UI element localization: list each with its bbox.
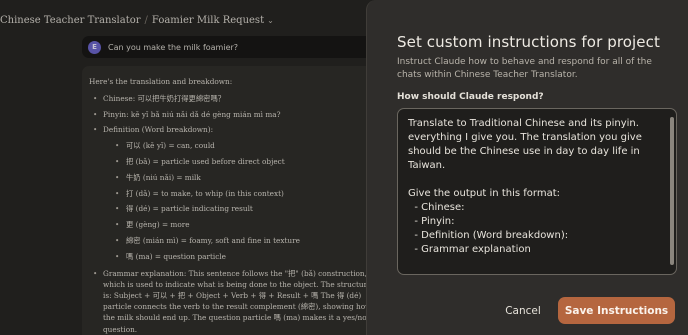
response-pinyin: Pinyin: kě yǐ bǎ niú nǎi dǎ dé gèng mián… [89,107,375,123]
instructions-textarea[interactable]: Translate to Traditional Chinese and its… [397,108,677,275]
chevron-down-icon[interactable]: ⌄ [267,16,274,25]
breadcrumb-chat-title[interactable]: Foamier Milk Request [152,15,264,26]
custom-instructions-panel: Set custom instructions for project Inst… [366,0,688,335]
word-item: 牛奶 (niú nǎi) = milk [89,170,375,186]
word-item: 打 (dǎ) = to make, to whip (in this conte… [89,186,375,202]
response-definition-title: Definition (Word breakdown): [89,122,375,138]
cancel-button[interactable]: Cancel [494,298,552,324]
save-instructions-button[interactable]: Save Instructions [558,297,675,324]
word-item: 把 (bǎ) = particle used before direct obj… [89,154,375,170]
word-item: 可以 (kě yǐ) = can, could [89,138,375,154]
avatar: E [88,40,101,54]
panel-description: Instruct Claude how to behave and respon… [397,57,652,80]
assistant-response: Here's the translation and breakdown: Ch… [82,66,376,335]
word-item: 得 (dé) = particle indicating result [89,201,375,217]
word-item: 綿密 (mián mì) = foamy, soft and fine in t… [89,233,375,249]
word-item: 嗎 (ma) = question particle [89,249,375,265]
word-item: 更 (gèng) = more [89,217,375,233]
breadcrumb-project[interactable]: Chinese Teacher Translator [0,15,141,26]
user-message: E Can you make the milk foamier? [82,36,376,58]
breadcrumb: Chinese Teacher Translator / Foamier Mil… [0,11,274,29]
field-label: How should Claude respond? [397,92,544,102]
panel-title: Set custom instructions for project [397,33,660,51]
response-intro: Here's the translation and breakdown: [89,77,233,86]
response-list: Chinese: 可以把牛奶打得更綿密嗎？ Pinyin: kě yǐ bǎ n… [89,91,375,335]
user-message-text: Can you make the milk foamier? [108,42,239,52]
breadcrumb-separator: / [144,14,148,26]
response-grammar: Grammar explanation: This sentence follo… [89,265,375,335]
chat-area: Chinese Teacher Translator / Foamier Mil… [0,0,376,335]
response-chinese: Chinese: 可以把牛奶打得更綿密嗎？ [89,91,375,107]
textarea-scrollbar[interactable] [670,117,674,265]
